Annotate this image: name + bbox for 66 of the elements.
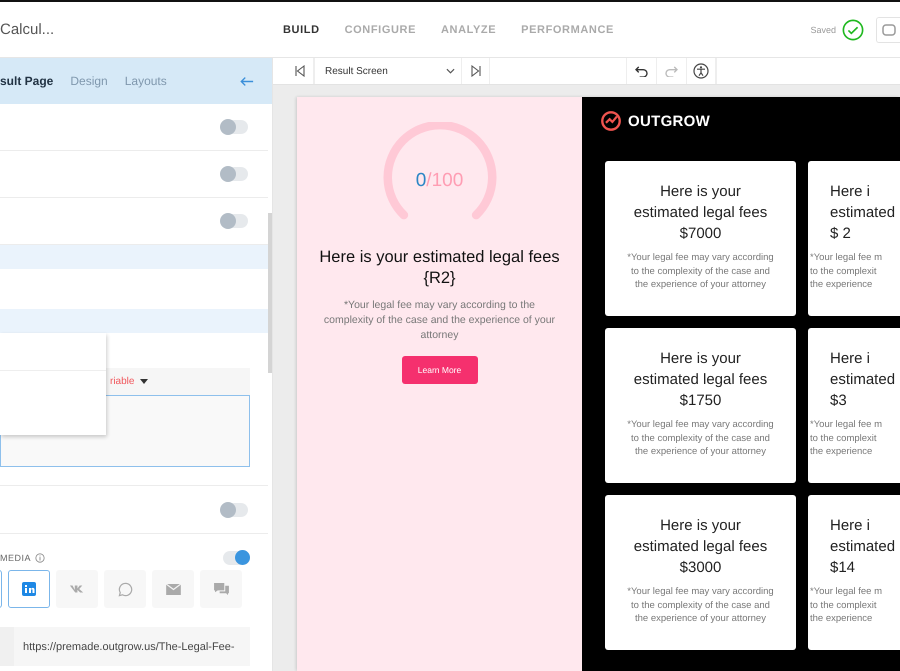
- vk-icon: [69, 584, 85, 594]
- chevron-down-icon: [446, 68, 455, 74]
- check-circle-icon: [842, 18, 864, 40]
- score-value: 0: [416, 170, 426, 191]
- panel-tab[interactable]: sult Page: [0, 74, 54, 88]
- brand-name: OUTGROW: [628, 112, 710, 130]
- nav-tab[interactable]: CONFIGURE: [344, 24, 416, 36]
- linkedin-share-button[interactable]: [8, 570, 50, 608]
- redo-icon: [665, 66, 678, 76]
- whatsapp-share-button[interactable]: [104, 570, 146, 608]
- disclaimer-text: *Your legal fee may vary according to the complexity of the case and the experience of your attorney: [322, 298, 556, 344]
- email-share-button[interactable]: [152, 570, 194, 608]
- toggle-switch[interactable]: [221, 167, 248, 181]
- card-note: *Your legal fee m to the complexit the experience: [810, 251, 882, 292]
- chat-share-button[interactable]: [200, 570, 242, 608]
- screen-select[interactable]: Result Screen: [314, 58, 462, 84]
- accessibility-button[interactable]: [686, 58, 716, 84]
- accessibility-icon: [693, 63, 709, 79]
- toggle-switch[interactable]: [221, 502, 248, 516]
- card-amount: $3000: [680, 558, 722, 578]
- card-note: *Your legal fee may vary according to the complexity of the case and the experience of your attorney: [627, 418, 774, 458]
- app-title: Calcul...: [0, 21, 56, 38]
- toggle-switch[interactable]: [223, 551, 250, 565]
- card-note: *Your legal fee may vary according to the complexity of the case and the experience of your attorney: [627, 251, 774, 292]
- window-icon: [882, 24, 896, 36]
- linkedin-icon: [22, 582, 36, 596]
- card-amount: $14: [830, 558, 856, 578]
- card-note: *Your legal fee may vary according to the complexity of the case and the experience of your attorney: [627, 585, 774, 626]
- chat-icon: [214, 582, 228, 596]
- card-title: Here is your estimated legal fees: [634, 349, 768, 390]
- card-note: *Your legal fee m to the complexit the experience: [810, 418, 882, 458]
- nav-tab[interactable]: BUILD: [283, 24, 320, 36]
- card-title: Here i estimated: [830, 182, 896, 223]
- vk-share-button[interactable]: [56, 570, 98, 608]
- undo-icon: [635, 66, 648, 76]
- card-title: Here i estimated: [830, 349, 896, 390]
- card-amount: $1750: [680, 391, 722, 411]
- card-amount: $3: [830, 391, 847, 411]
- panel-tab[interactable]: Layouts: [124, 74, 167, 88]
- score-total: /100: [426, 170, 464, 191]
- nav-tab[interactable]: ANALYZE: [441, 24, 496, 36]
- info-icon[interactable]: [35, 553, 46, 563]
- caret-icon: [140, 379, 148, 384]
- nav-tab[interactable]: PERFORMANCE: [521, 24, 614, 36]
- toggle-switch[interactable]: [221, 120, 248, 134]
- skip-forward-icon: [470, 65, 480, 77]
- card-title: Here is your estimated legal fees: [634, 516, 768, 557]
- variable-dropdown[interactable]: riable: [110, 376, 148, 387]
- result-heading: Here is your estimated legal fees {R2}: [318, 247, 561, 290]
- card-amount: $7000: [680, 224, 722, 244]
- back-arrow-icon[interactable]: [240, 76, 254, 86]
- save-status: Saved: [810, 24, 836, 34]
- view-button[interactable]: [876, 16, 900, 42]
- card-title: Here i estimated: [830, 516, 896, 557]
- panel-tab[interactable]: Design: [70, 74, 108, 88]
- toggle-switch[interactable]: [221, 214, 248, 228]
- url-field[interactable]: https://premade.outgrow.us/The-Legal-Fee-: [14, 627, 250, 666]
- email-icon: [166, 584, 180, 594]
- card-note: *Your legal fee m to the complexit the experience: [810, 585, 882, 626]
- whatsapp-icon: [118, 582, 132, 596]
- skip-back-icon: [294, 65, 304, 77]
- logo-icon: [600, 110, 622, 132]
- section-label: MEDIA: [0, 553, 32, 563]
- learn-more-button[interactable]: Learn More: [402, 356, 478, 384]
- card-amount: $ 2: [830, 224, 851, 244]
- card-title: Here is your estimated legal fees: [634, 182, 768, 223]
